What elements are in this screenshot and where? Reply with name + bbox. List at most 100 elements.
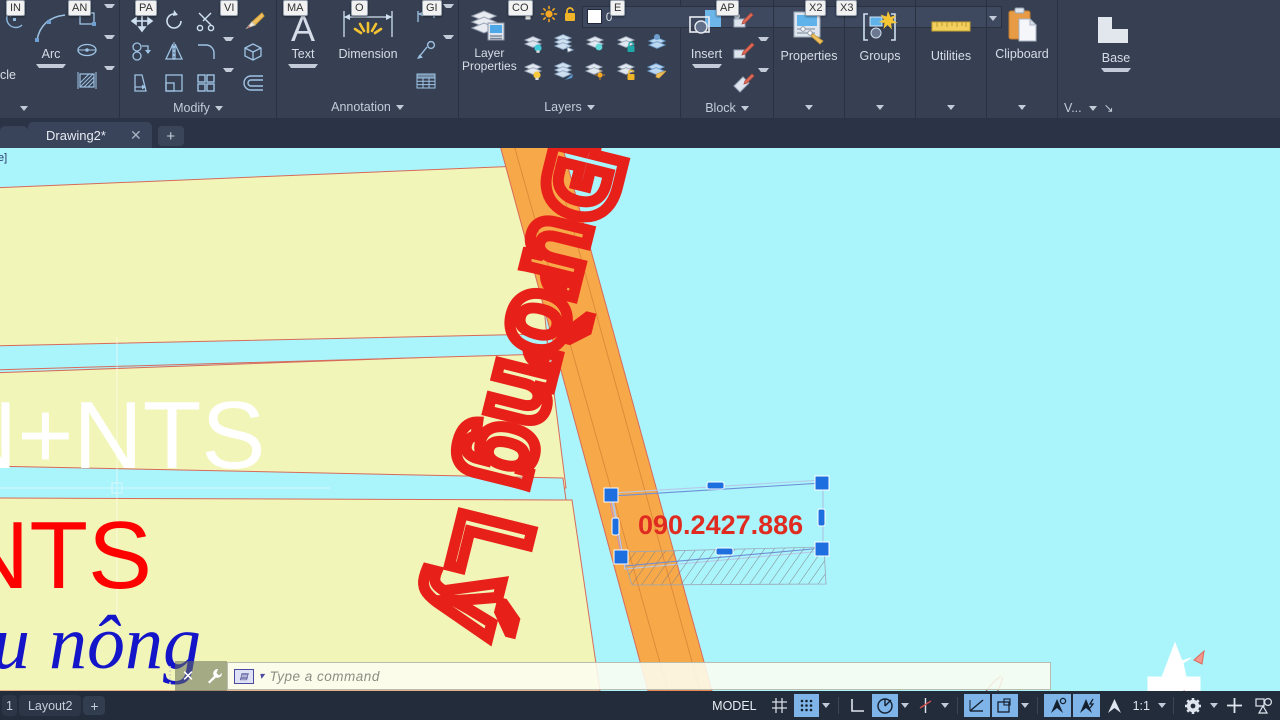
multileader-icon[interactable] [411,35,441,65]
file-tab-drawing2[interactable]: Drawing2* ✕ [28,122,152,148]
chevron-down-icon[interactable] [1101,68,1131,98]
dyninput-icon[interactable] [1072,694,1100,717]
selcycle-icon[interactable] [1043,694,1071,717]
define-attributes-icon[interactable] [728,68,758,98]
draw-flyout-caret[interactable] [19,100,28,114]
panel-title-modify[interactable]: Modify [120,98,276,118]
chevron-down-icon[interactable] [1019,694,1032,717]
chevron-down-icon[interactable] [222,68,234,98]
layer-thaw-icon[interactable] [540,5,558,28]
layer-isolate-icon[interactable] [521,30,547,56]
layer-lock-icon[interactable] [614,30,640,56]
layout-tab-1[interactable]: 1 [2,695,17,716]
transparency-icon[interactable] [991,694,1018,717]
edit-block-icon[interactable] [728,37,758,67]
table-icon[interactable] [411,66,441,96]
close-icon[interactable]: ✕ [175,661,201,691]
panel-title-layers[interactable]: Layers [459,96,680,118]
annomon-icon[interactable] [1102,694,1127,717]
annotation-scale-label[interactable]: 1:1 [1129,694,1154,717]
isolate-icon[interactable] [1250,694,1277,717]
layer-off-icon[interactable] [583,30,609,56]
chevron-down-icon[interactable] [443,35,454,65]
panel-title-groups[interactable] [845,96,915,118]
panel-title-clipboard[interactable] [987,96,1057,118]
mirror-icon[interactable] [159,37,189,67]
chevron-down-icon[interactable] [104,35,115,65]
chevron-down-icon[interactable] [1207,694,1220,717]
arc-button[interactable]: Arc [30,4,72,94]
chevron-down-icon[interactable] [939,694,952,717]
add-layout-button[interactable]: + [83,696,106,715]
ellipse-icon[interactable] [72,35,102,65]
panel-dialog-launcher-icon[interactable]: ↘ [1104,101,1114,115]
close-icon[interactable]: ✕ [130,127,142,144]
ortho-icon[interactable] [845,694,870,717]
chevron-down-icon[interactable] [691,64,722,94]
snap-icon[interactable] [793,694,819,717]
chevron-down-icon[interactable] [222,37,234,67]
groups-button[interactable]: Groups [849,6,911,63]
gear-icon[interactable] [1180,694,1206,717]
stretch-icon[interactable] [127,68,157,98]
layout-tab-layout2[interactable]: Layout2 [18,695,82,716]
chevron-down-icon[interactable]: ▾ [259,671,265,682]
layer-freeze-icon[interactable] [552,30,578,56]
command-line-grip[interactable] [165,661,175,691]
layer-freeze-sun-icon[interactable] [583,58,609,84]
chevron-down-icon[interactable] [288,64,318,94]
chevron-down-icon[interactable] [1155,694,1168,717]
text-button[interactable]: A Text [281,4,325,94]
chevron-down-icon[interactable] [443,4,454,34]
chevron-down-icon[interactable] [820,694,833,717]
dimension-button[interactable]: Dimension [325,4,411,61]
base-button[interactable]: Base [1080,8,1152,98]
utilities-button[interactable]: Utilities [920,6,982,63]
chevron-down-icon[interactable] [758,68,769,98]
rotate-icon[interactable] [159,6,189,36]
command-history-icon[interactable]: ▤ [234,668,254,684]
chevron-down-icon[interactable] [104,4,115,34]
polar-icon[interactable] [871,694,898,717]
scale-icon[interactable] [159,68,189,98]
panel-title-utilities[interactable] [916,96,986,118]
new-drawing-tab-button[interactable]: + [157,126,184,146]
array-icon[interactable] [191,68,221,98]
chevron-down-icon[interactable] [104,66,115,96]
layer-turn-on-icon[interactable] [521,58,547,84]
insert-button[interactable]: Insert [685,4,728,94]
wrench-icon[interactable] [201,661,227,691]
grid-icon[interactable] [767,694,792,717]
panel-title-annotation[interactable]: Annotation [277,96,458,118]
fullscreen-icon[interactable] [1221,694,1248,717]
layer-match-icon[interactable] [645,58,671,84]
offset-icon[interactable] [236,68,270,98]
layer-merge-icon[interactable] [645,30,671,56]
command-line[interactable]: ✕ ▤ ▾ Type a command [165,661,1051,691]
viewport-label[interactable]: e] [0,152,7,164]
drawing-canvas[interactable]: N+NTS NTS u nông Đường Lý 090.2427.886 e… [0,148,1280,691]
erase-icon[interactable] [236,6,270,36]
model-space-button[interactable]: MODEL [703,694,765,717]
trim-icon[interactable] [191,6,221,36]
copy-icon[interactable] [127,37,157,67]
layer-thaw-all-icon[interactable] [552,58,578,84]
fillet-icon[interactable] [191,37,221,67]
keytip-x2: X2 [805,0,827,16]
layer-color-swatch[interactable] [586,9,602,24]
chevron-down-icon[interactable] [758,37,769,67]
layer-unlock-icon[interactable] [561,5,579,28]
clipboard-button[interactable]: Clipboard [991,4,1053,61]
command-input[interactable]: ▤ ▾ Type a command [227,662,1051,690]
chevron-down-icon[interactable] [899,694,912,717]
chevron-down-icon[interactable] [36,64,66,94]
layer-unlock-all-icon[interactable] [614,58,640,84]
3d-solid-icon[interactable] [236,37,270,67]
lineweight-icon[interactable] [963,694,990,717]
hatch-icon[interactable] [72,66,102,96]
clipboard-icon [1002,6,1042,48]
panel-title-properties[interactable] [774,96,844,118]
osnap-icon[interactable] [913,694,938,717]
panel-title-block[interactable]: Block [681,98,773,118]
panel-title-view[interactable]: V... ↘ [1058,98,1280,118]
